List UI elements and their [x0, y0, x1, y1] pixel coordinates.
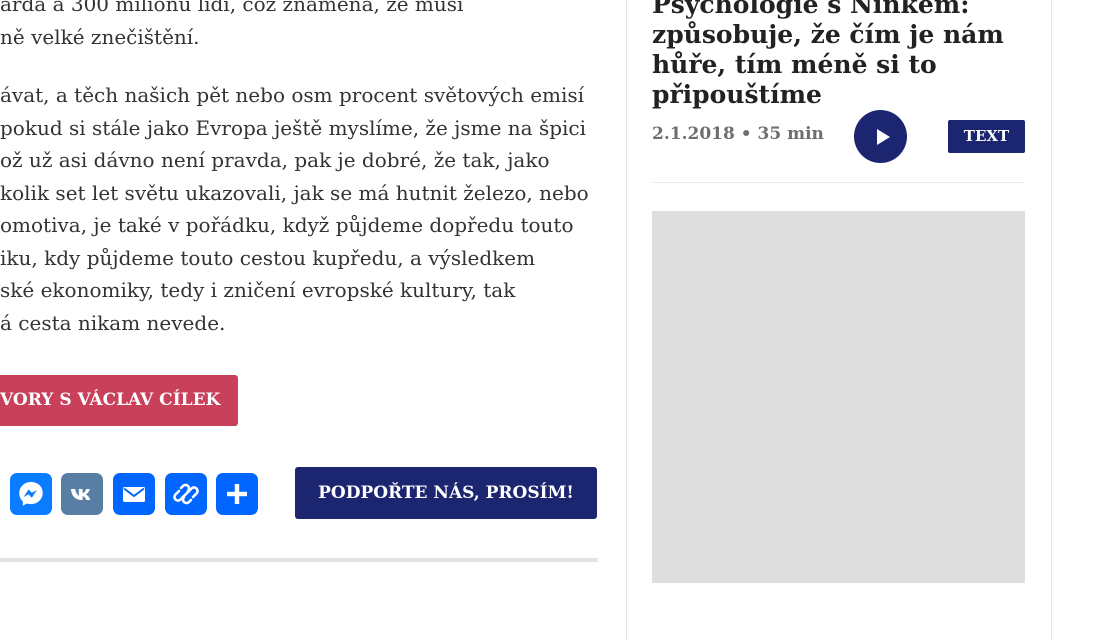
- paragraph-line: arda a 300 milionů lidí, což znamená, že…: [0, 0, 464, 16]
- paragraph-line: kolik set let světu ukazovali, jak se má…: [0, 180, 589, 205]
- share-messenger-button[interactable]: [10, 473, 52, 515]
- article-paragraph: ávat, a těch našich pět nebo osm procent…: [0, 79, 589, 339]
- title-line: způsobuje, že čím je nám: [652, 20, 1004, 49]
- share-vk-button[interactable]: [61, 473, 103, 515]
- article-divider: [0, 558, 598, 562]
- image-placeholder: [652, 211, 1025, 583]
- copy-link-icon: [173, 483, 199, 505]
- paragraph-line: iku, kdy půjdeme touto cestou kupředu, a…: [0, 245, 536, 270]
- paragraph-line: á cesta nikam nevede.: [0, 310, 226, 335]
- text-button[interactable]: TEXT: [948, 120, 1025, 153]
- sidebar-article-title[interactable]: Psychologie s Ninkem: způsobuje, že čím …: [652, 0, 1004, 110]
- support-us-button[interactable]: PODPOŘTE NÁS, PROSÍM!: [295, 467, 597, 519]
- sidebar: Psychologie s Ninkem: způsobuje, že čím …: [626, 0, 1052, 640]
- share-plus-icon: [227, 484, 247, 504]
- title-line: připouštíme: [652, 80, 822, 109]
- play-button[interactable]: [854, 110, 907, 163]
- sidebar-divider: [652, 182, 1025, 183]
- related-talks-button[interactable]: VORY S VÁCLAV CÍLEK: [0, 375, 238, 426]
- article-meta: 2.1.2018 • 35 min: [652, 124, 824, 144]
- play-icon: [876, 128, 890, 145]
- title-line: hůře, tím méně si to: [652, 50, 937, 79]
- paragraph-line: ské ekonomiky, tedy i zničení evropské k…: [0, 278, 516, 302]
- copy-link-button[interactable]: [165, 473, 207, 515]
- email-icon: [123, 487, 145, 502]
- article-paragraph: arda a 300 milionů lidí, což znamená, že…: [0, 0, 463, 53]
- share-email-button[interactable]: [113, 473, 155, 515]
- paragraph-line: omotiva, je také v pořádku, když půjdeme…: [0, 213, 574, 237]
- title-line: Psychologie s Ninkem:: [652, 0, 970, 19]
- vk-icon: [71, 489, 91, 500]
- paragraph-line: pokud si stále jako Evropa ještě myslíme…: [0, 115, 587, 140]
- article-column: arda a 300 milionů lidí, což znamená, že…: [0, 0, 600, 630]
- paragraph-line: ně velké znečištění.: [0, 24, 200, 49]
- paragraph-line: ávat, a těch našich pět nebo osm procent…: [0, 83, 585, 107]
- share-more-button[interactable]: [216, 473, 258, 515]
- messenger-icon: [19, 482, 43, 506]
- paragraph-line: ož už asi dávno není pravda, pak je dobr…: [0, 148, 550, 172]
